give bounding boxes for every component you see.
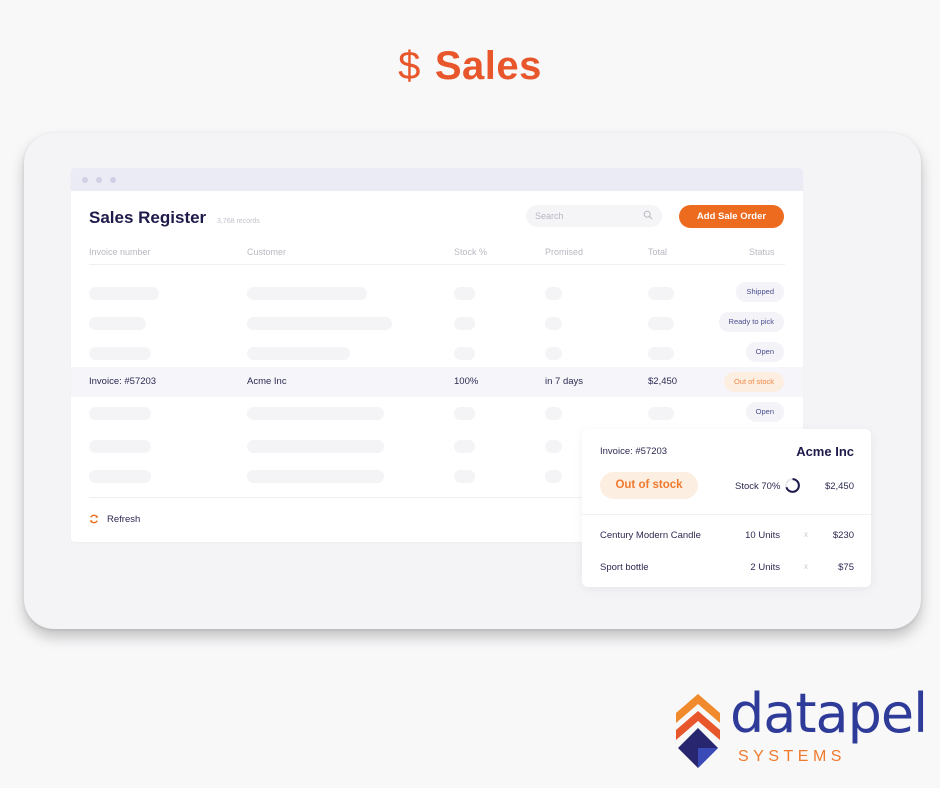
table-row[interactable]: Open bbox=[71, 397, 803, 427]
page-title: Sales bbox=[434, 44, 542, 88]
table-row-selected[interactable]: Invoice: #57203 Acme Inc 100% in 7 days … bbox=[71, 367, 803, 397]
item-quantity: 2 Units bbox=[750, 562, 780, 573]
table-header: Invoice number Customer Stock % Promised… bbox=[71, 244, 803, 264]
window-titlebar bbox=[71, 168, 803, 191]
placeholder-bar bbox=[89, 317, 146, 330]
window-dot-icon[interactable] bbox=[110, 177, 116, 183]
placeholder-bar bbox=[454, 347, 475, 360]
placeholder-bar bbox=[648, 347, 674, 360]
placeholder-bar bbox=[545, 407, 562, 420]
column-header-customer[interactable]: Customer bbox=[247, 247, 286, 257]
column-header-stock[interactable]: Stock % bbox=[454, 247, 487, 257]
placeholder-bar bbox=[247, 440, 384, 453]
column-header-promised[interactable]: Promised bbox=[545, 247, 583, 257]
detail-total: $2,450 bbox=[824, 481, 854, 492]
placeholder-bar bbox=[454, 470, 475, 483]
stock-cell: 100% bbox=[454, 376, 479, 387]
placeholder-bar bbox=[247, 407, 384, 420]
multiply-icon: x bbox=[804, 530, 808, 539]
invoice-detail-card: Invoice: #57203 Acme Inc Out of stock St… bbox=[582, 429, 871, 587]
placeholder-bar bbox=[648, 407, 674, 420]
placeholder-bar bbox=[545, 347, 562, 360]
status-badge: Open bbox=[745, 402, 784, 422]
record-count: 3,768 records bbox=[217, 218, 260, 225]
search-placeholder: Search bbox=[535, 211, 564, 221]
promised-cell: in 7 days bbox=[545, 376, 584, 387]
refresh-button[interactable]: Refresh bbox=[89, 512, 140, 526]
detail-status-badge: Out of stock bbox=[600, 472, 698, 499]
refresh-icon bbox=[90, 514, 98, 524]
column-header-status[interactable]: Status bbox=[749, 247, 775, 257]
placeholder-bar bbox=[247, 470, 384, 483]
window-dot-icon[interactable] bbox=[82, 177, 88, 183]
placeholder-bar bbox=[545, 287, 562, 300]
status-badge: Open bbox=[745, 342, 784, 362]
table-row[interactable]: Shipped bbox=[71, 277, 803, 307]
item-name: Sport bottle bbox=[600, 562, 649, 573]
customer-cell: Acme Inc bbox=[247, 376, 287, 387]
search-input[interactable]: Search bbox=[526, 205, 662, 227]
status-badge: Out of stock bbox=[723, 372, 784, 392]
window-dot-icon[interactable] bbox=[96, 177, 102, 183]
placeholder-bar bbox=[648, 287, 674, 300]
detail-divider bbox=[582, 514, 871, 515]
placeholder-bar bbox=[454, 287, 475, 300]
datapel-logo: datapel SYSTEMS bbox=[676, 682, 928, 774]
item-quantity: 10 Units bbox=[745, 530, 780, 541]
multiply-icon: x bbox=[804, 562, 808, 571]
search-icon bbox=[643, 210, 653, 220]
detail-customer: Acme Inc bbox=[796, 444, 854, 459]
chevron-logo-icon bbox=[676, 694, 720, 768]
header-divider bbox=[89, 264, 785, 265]
table-row[interactable]: Ready to pick bbox=[71, 307, 803, 337]
invoice-cell: Invoice: #57203 bbox=[89, 376, 157, 387]
placeholder-bar bbox=[247, 287, 367, 300]
placeholder-bar bbox=[89, 287, 159, 300]
column-header-total[interactable]: Total bbox=[648, 247, 667, 257]
logo-wordmark: datapel bbox=[730, 682, 928, 745]
total-cell: $2,450 bbox=[648, 376, 678, 387]
placeholder-bar bbox=[545, 440, 562, 453]
line-item: Century Modern Candle 10 Units x $230 bbox=[582, 530, 871, 546]
placeholder-bar bbox=[545, 470, 562, 483]
status-badge: Ready to pick bbox=[718, 312, 784, 332]
page-heading: $ Sales bbox=[0, 44, 940, 89]
placeholder-bar bbox=[89, 347, 151, 360]
placeholder-bar bbox=[89, 440, 151, 453]
detail-invoice: Invoice: #57203 bbox=[600, 446, 668, 457]
placeholder-bar bbox=[247, 317, 392, 330]
line-item: Sport bottle 2 Units x $75 bbox=[582, 562, 871, 578]
placeholder-bar bbox=[454, 407, 475, 420]
item-price: $230 bbox=[832, 530, 854, 541]
placeholder-bar bbox=[545, 317, 562, 330]
placeholder-bar bbox=[454, 440, 475, 453]
refresh-label: Refresh bbox=[107, 513, 141, 525]
detail-stock-label: Stock 70% bbox=[735, 481, 781, 492]
placeholder-bar bbox=[648, 317, 674, 330]
dollar-icon: $ bbox=[398, 44, 421, 88]
placeholder-bar bbox=[247, 347, 350, 360]
column-header-invoice[interactable]: Invoice number bbox=[89, 247, 151, 257]
item-price: $75 bbox=[838, 562, 854, 573]
add-sale-order-button[interactable]: Add Sale Order bbox=[679, 205, 784, 228]
status-badge: Shipped bbox=[736, 282, 784, 302]
register-title: Sales Register bbox=[89, 208, 207, 227]
stock-progress-ring bbox=[785, 478, 800, 493]
placeholder-bar bbox=[89, 407, 151, 420]
item-name: Century Modern Candle bbox=[600, 530, 701, 541]
logo-subtitle: SYSTEMS bbox=[738, 748, 846, 765]
table-row[interactable]: Open bbox=[71, 337, 803, 367]
placeholder-bar bbox=[454, 317, 475, 330]
placeholder-bar bbox=[89, 470, 151, 483]
